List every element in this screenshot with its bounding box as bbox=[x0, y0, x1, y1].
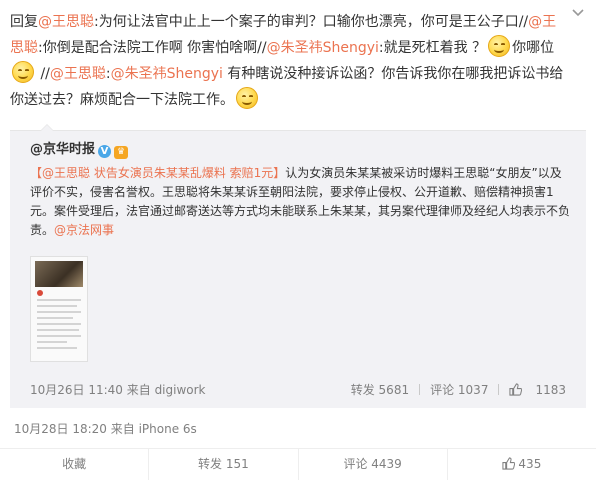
original-comment-button[interactable]: 评论 1037 bbox=[430, 383, 488, 397]
verified-icon: V bbox=[98, 145, 112, 158]
comment-button[interactable]: 评论 4439 bbox=[297, 449, 447, 480]
mention-link[interactable]: @京法网事 bbox=[54, 223, 114, 237]
document-line bbox=[37, 341, 67, 343]
original-actions: 转发 5681 评论 1037 1183 bbox=[341, 381, 566, 398]
document-line bbox=[37, 329, 79, 331]
attached-image-thumbnail[interactable] bbox=[30, 256, 88, 362]
smile-emoji bbox=[236, 87, 258, 109]
document-line bbox=[37, 347, 77, 349]
mention-link[interactable]: @王思聪 bbox=[50, 66, 106, 82]
card-pointer bbox=[40, 124, 54, 131]
document-line bbox=[37, 311, 81, 313]
post-text-segment: // bbox=[36, 66, 50, 82]
original-like-count: 1183 bbox=[535, 383, 566, 397]
document-line bbox=[37, 323, 81, 325]
post-text: 回复@王思聪:为何让法官中止上一个案子的审判？口输你也漂亮，你可是王公子口//@… bbox=[10, 10, 570, 113]
post-timestamp[interactable]: 10月28日 18:20 来自 iPhone 6s bbox=[14, 420, 197, 437]
reply-label: 回复 bbox=[10, 14, 38, 30]
like-button[interactable]: 435 bbox=[446, 449, 596, 480]
original-text: 【@王思聪 状告女演员朱某某乱爆料 索赔1元】认为女演员朱某某被采访时爆料王思聪… bbox=[30, 164, 570, 240]
divider bbox=[419, 384, 421, 395]
like-count: 435 bbox=[518, 457, 542, 471]
original-like-button[interactable]: 1183 bbox=[509, 383, 566, 397]
smile-emoji bbox=[12, 61, 34, 83]
like-icon bbox=[509, 383, 523, 396]
mention-link[interactable]: @王思聪 bbox=[38, 14, 94, 30]
mention-link[interactable]: @朱圣祎Shengyi bbox=[111, 66, 223, 82]
original-author-row: @京华时报 V ♛ bbox=[30, 141, 129, 159]
post-text-segment: 你哪位 bbox=[512, 40, 555, 56]
mention-link[interactable]: @朱圣祎Shengyi bbox=[267, 40, 379, 56]
document-line bbox=[37, 317, 73, 319]
like-icon bbox=[502, 457, 516, 470]
chevron-down-icon[interactable] bbox=[570, 4, 586, 20]
thumbnail-photo bbox=[35, 261, 83, 287]
document-line bbox=[37, 335, 81, 337]
repost-button[interactable]: 转发 151 bbox=[148, 449, 297, 480]
smile-emoji bbox=[488, 35, 511, 57]
document-line bbox=[37, 299, 81, 301]
reposted-weibo-card: @京华时报 V ♛ 【@王思聪 状告女演员朱某某乱爆料 索赔1元】认为女演员朱某某被… bbox=[10, 124, 586, 408]
post-text-segment: :就是死杠着我 ？ bbox=[378, 40, 487, 56]
post-text-segment: :你倒是配合法院工作啊 你害怕啥啊// bbox=[38, 40, 267, 56]
original-timestamp[interactable]: 10月26日 11:40 来自 digiwork bbox=[30, 381, 206, 398]
member-icon: ♛ bbox=[114, 146, 129, 159]
original-author-link[interactable]: @京华时报 bbox=[30, 142, 95, 157]
document-line bbox=[37, 305, 77, 307]
court-seal bbox=[37, 290, 43, 296]
post-action-bar: 收藏 转发 151 评论 4439 435 bbox=[0, 448, 596, 480]
favorite-button[interactable]: 收藏 bbox=[0, 449, 148, 480]
post-text-segment: :为何让法官中止上一个案子的审判？口输你也漂亮，你可是王公子口// bbox=[94, 14, 529, 30]
topic-link[interactable]: 【@王思聪 状告女演员朱某某乱爆料 索赔1元】 bbox=[30, 166, 285, 180]
divider bbox=[498, 384, 500, 395]
original-repost-button[interactable]: 转发 5681 bbox=[351, 383, 409, 397]
